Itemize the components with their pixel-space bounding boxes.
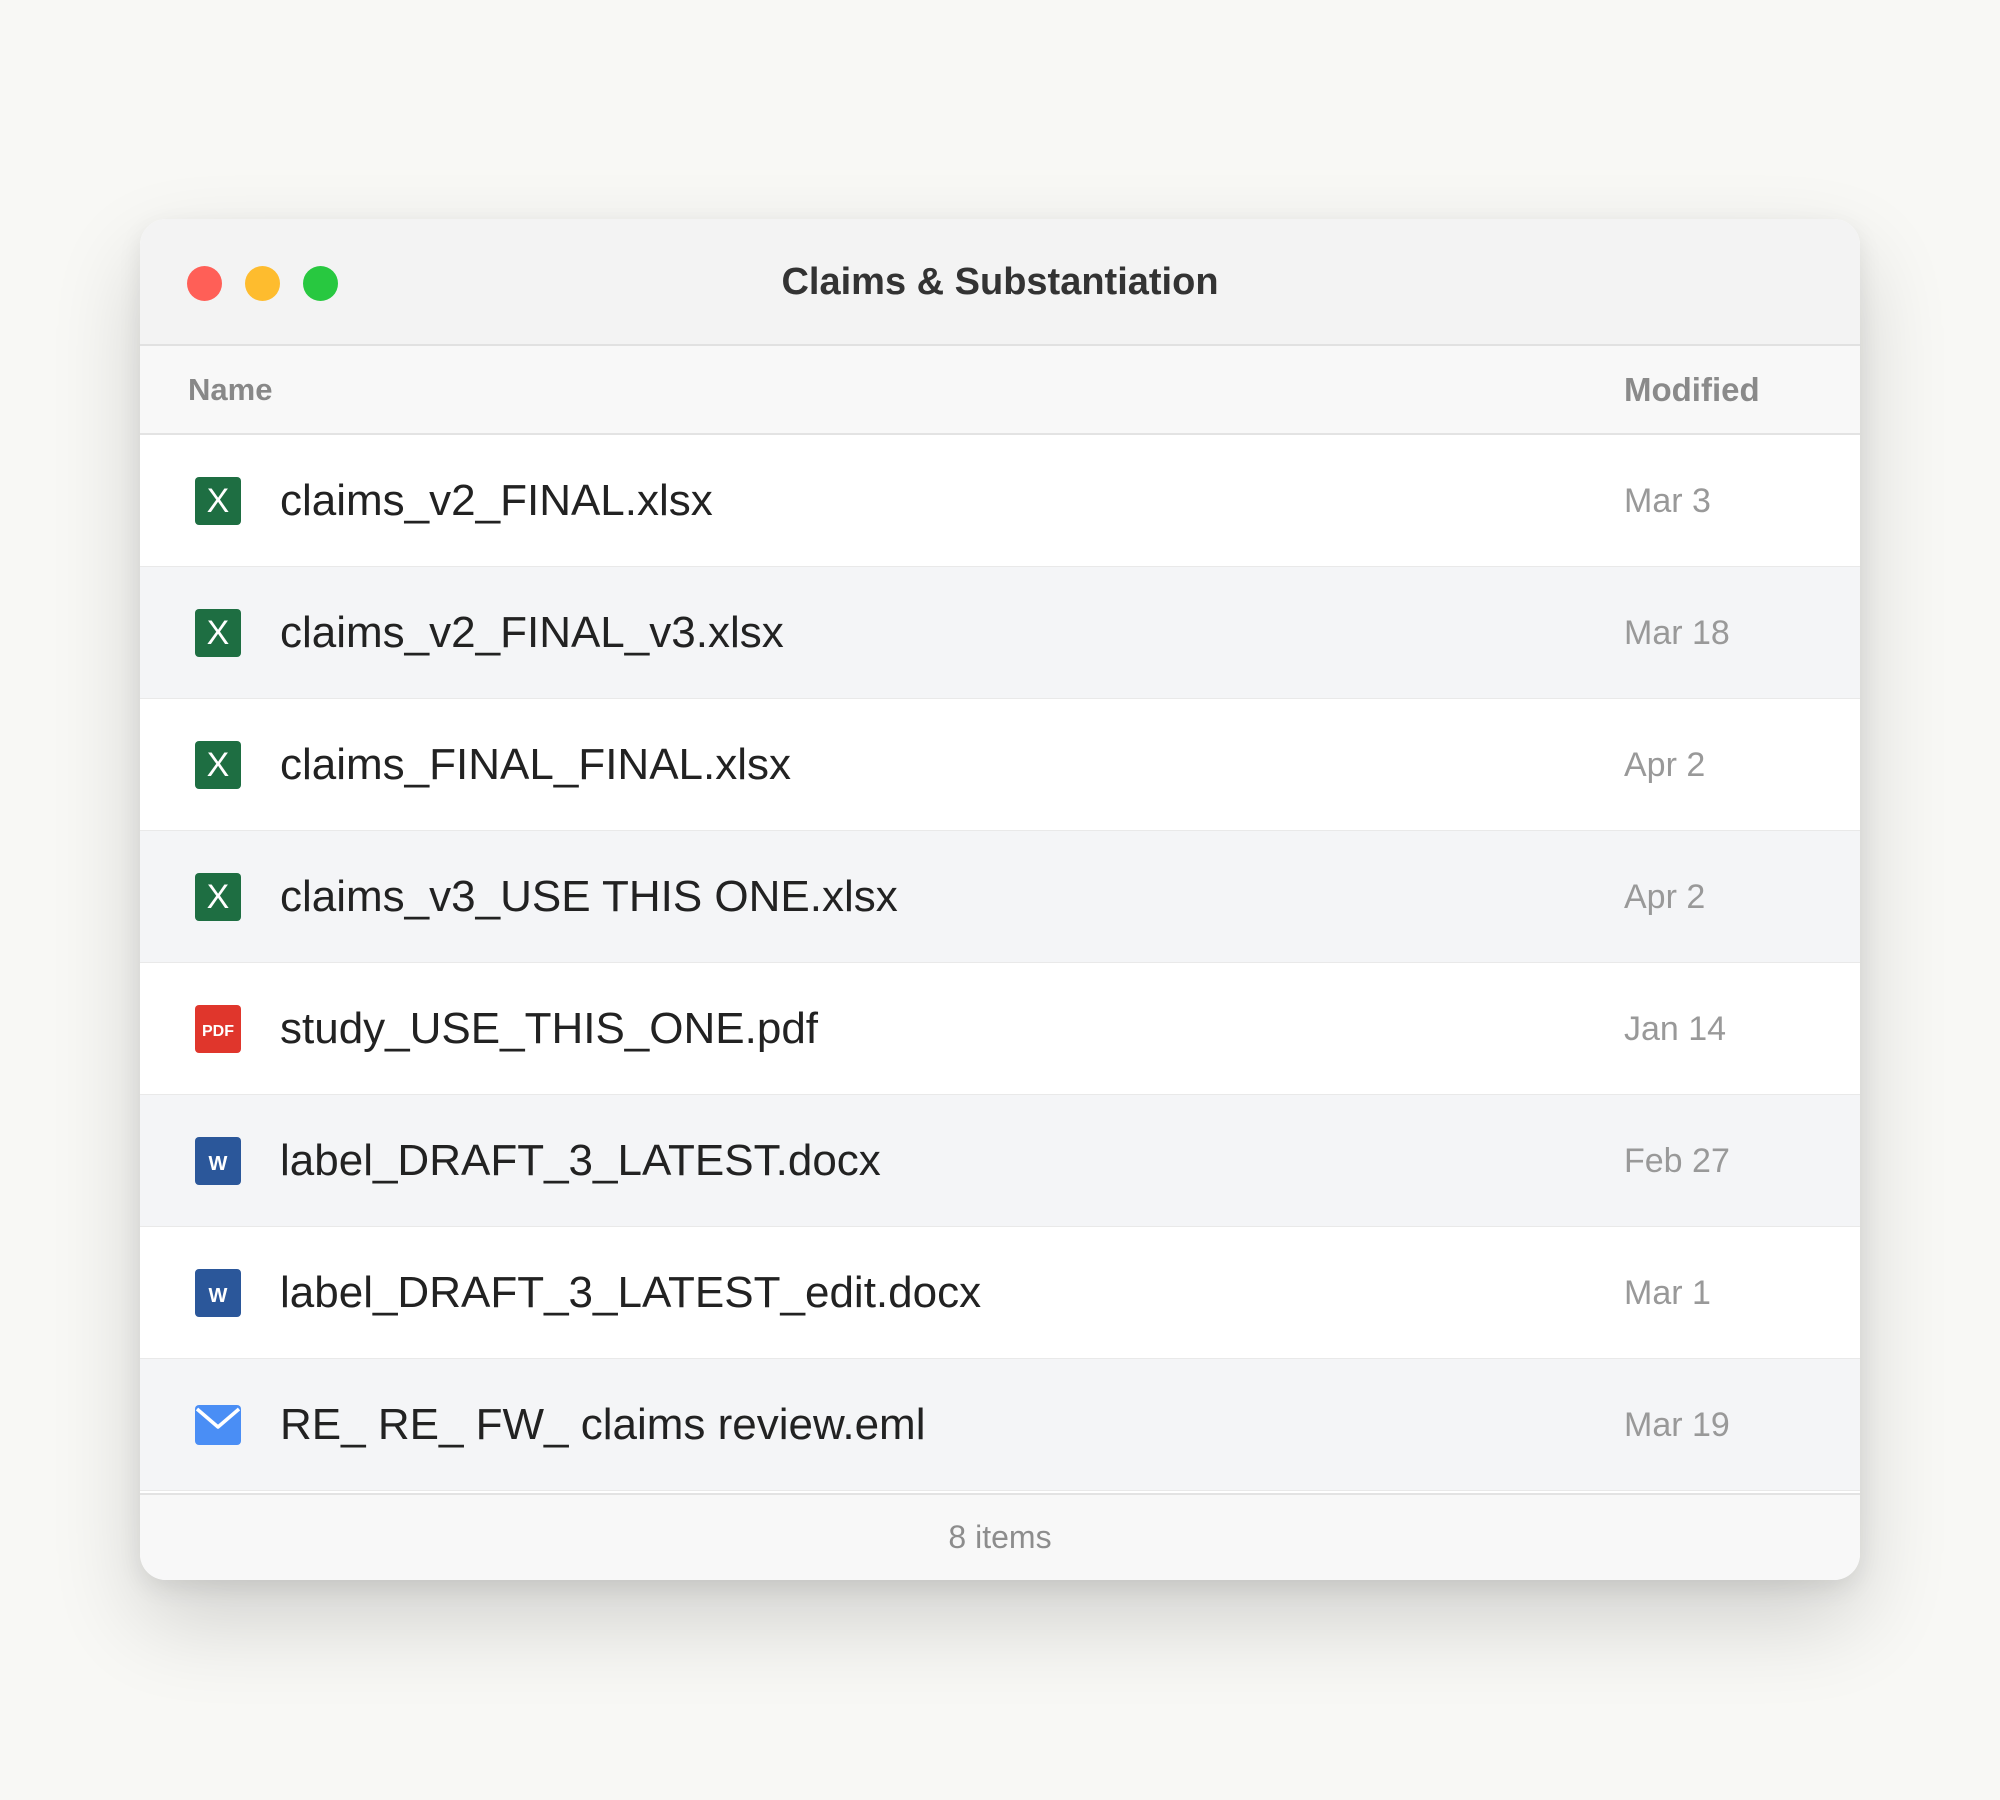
file-modified-date: Mar 18: [1624, 614, 1730, 652]
file-name: claims_v2_FINAL.xlsx: [280, 476, 713, 525]
file-name: claims_FINAL_FINAL.xlsx: [280, 740, 792, 789]
file-row[interactable]: X claims_v2_FINAL.xlsx Mar 3: [140, 435, 1860, 567]
window-title: Claims & Substantiation: [781, 261, 1219, 303]
file-row[interactable]: W label_DRAFT_3_LATEST.docx Feb 27: [140, 1095, 1860, 1227]
excel-glyph: X: [207, 746, 230, 784]
excel-icon: X: [195, 477, 241, 525]
excel-icon: X: [195, 609, 241, 657]
file-modified-date: Jan 14: [1624, 1010, 1727, 1048]
file-row[interactable]: PDF study_USE_THIS_ONE.pdf Jan 14: [140, 963, 1860, 1095]
file-name: RE_ RE_ FW_ claims review.eml: [280, 1400, 926, 1449]
excel-icon: X: [195, 741, 241, 789]
column-modified-header[interactable]: Modified: [1624, 346, 1760, 433]
file-name: label_DRAFT_3_LATEST.docx: [280, 1136, 881, 1185]
file-name: study_USE_THIS_ONE.pdf: [280, 1004, 819, 1053]
file-modified-date: Feb 27: [1624, 1142, 1730, 1180]
file-row[interactable]: X claims_FINAL_FINAL.xlsx Apr 2: [140, 699, 1860, 831]
excel-glyph: X: [207, 614, 230, 652]
excel-glyph: X: [207, 482, 230, 520]
word-icon: W: [195, 1137, 241, 1185]
status-bar-item-count: 8 items: [140, 1493, 1860, 1580]
excel-icon: X: [195, 873, 241, 921]
file-name: claims_v2_FINAL_v3.xlsx: [280, 608, 784, 657]
excel-glyph: X: [207, 878, 230, 916]
file-modified-date: Mar 1: [1624, 1274, 1711, 1312]
file-row[interactable]: W label_DRAFT_3_LATEST_edit.docx Mar 1: [140, 1227, 1860, 1359]
file-modified-date: Apr 2: [1624, 878, 1706, 916]
column-name-header[interactable]: Name: [188, 346, 272, 433]
word-glyph: W: [209, 1285, 228, 1307]
file-browser-window: Claims & Substantiation Name Modified X …: [140, 219, 1860, 1580]
file-row[interactable]: X claims_v2_FINAL_v3.xlsx Mar 18: [140, 567, 1860, 699]
file-row[interactable]: X claims_v3_USE THIS ONE.xlsx Apr 2: [140, 831, 1860, 963]
mail-icon: [195, 1401, 241, 1449]
column-header: Name Modified: [140, 346, 1860, 435]
titlebar: Claims & Substantiation: [140, 219, 1860, 346]
pdf-icon: PDF: [195, 1005, 241, 1053]
file-modified-date: Mar 19: [1624, 1406, 1730, 1444]
file-row[interactable]: RE_ RE_ FW_ claims review.eml Mar 19: [140, 1359, 1860, 1491]
word-icon: W: [195, 1269, 241, 1317]
file-modified-date: Apr 2: [1624, 746, 1706, 784]
file-modified-date: Mar 3: [1624, 482, 1711, 520]
file-list: X claims_v2_FINAL.xlsx Mar 3 X claims_v2…: [140, 435, 1860, 1491]
pdf-glyph: PDF: [202, 1023, 234, 1040]
file-name: label_DRAFT_3_LATEST_edit.docx: [280, 1268, 982, 1317]
word-glyph: W: [209, 1153, 228, 1175]
file-name: claims_v3_USE THIS ONE.xlsx: [280, 872, 898, 921]
